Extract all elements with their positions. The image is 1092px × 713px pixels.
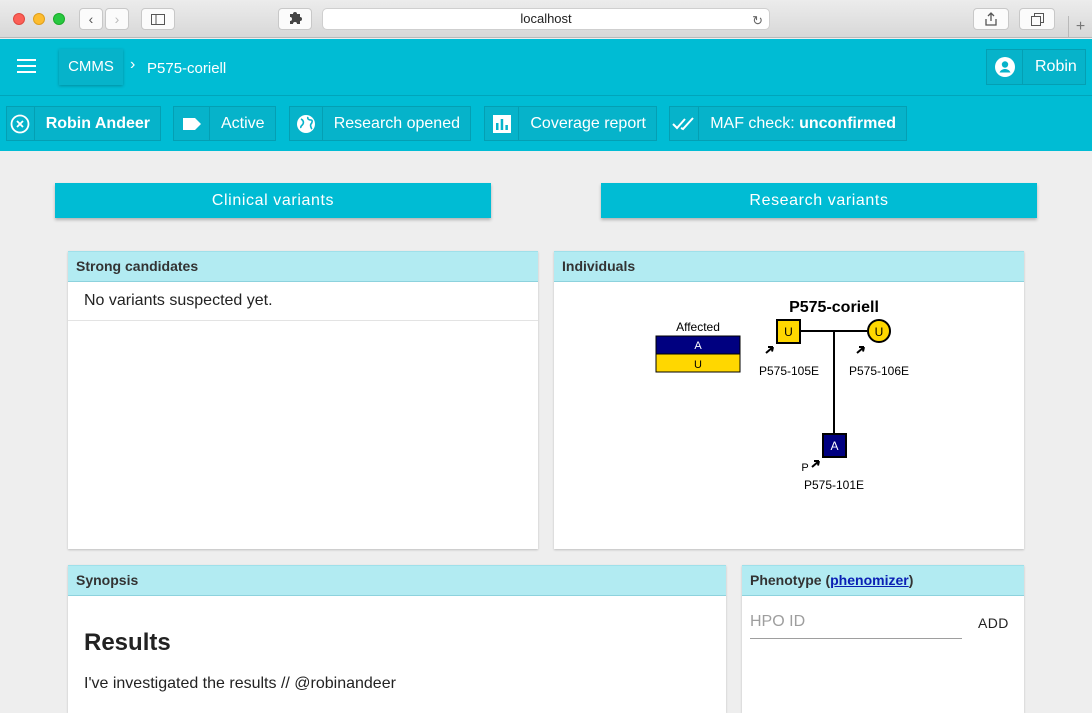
assignee-name: Robin Andeer xyxy=(45,114,150,132)
panel-title: Synopsis xyxy=(68,565,726,596)
status-label: Active xyxy=(221,114,265,132)
synopsis-panel: Synopsis Results I've investigated the r… xyxy=(68,565,726,713)
bar-chart-icon xyxy=(485,107,520,140)
child-status: A xyxy=(830,439,838,453)
app-bar: CMMS › P575-coriell Robin xyxy=(0,39,1092,96)
user-name: Robin xyxy=(1035,58,1077,75)
zoom-window-button[interactable] xyxy=(53,13,65,25)
new-tab-button[interactable]: + xyxy=(1068,16,1092,38)
coverage-label: Coverage report xyxy=(530,114,646,132)
panel-title: Individuals xyxy=(554,251,1024,282)
clinical-variants-button[interactable]: Clinical variants xyxy=(55,183,491,218)
hpo-id-input[interactable]: HPO ID xyxy=(750,613,962,639)
panel-title: Phenotype (phenomizer) xyxy=(742,565,1024,596)
assignee-chip[interactable]: Robin Andeer xyxy=(6,106,161,141)
phenotype-panel: Phenotype (phenomizer) HPO ID ADD xyxy=(742,565,1024,713)
father-arrow-icon xyxy=(765,346,774,354)
account-circle-icon xyxy=(987,50,1023,84)
synopsis-heading: Results xyxy=(84,629,171,656)
close-circle-icon[interactable] xyxy=(7,107,35,140)
proband-arrow-icon xyxy=(811,460,820,468)
mother-id: P575-106E xyxy=(849,364,909,378)
back-button[interactable]: ‹ xyxy=(79,8,103,30)
status-chip[interactable]: Active xyxy=(173,106,276,141)
share-icon xyxy=(985,12,997,26)
tabs-icon xyxy=(1030,12,1044,26)
globe-icon xyxy=(290,107,323,140)
father-status: U xyxy=(784,325,793,339)
synopsis-text: I've investigated the results // @robina… xyxy=(84,675,396,692)
coverage-report-chip[interactable]: Coverage report xyxy=(484,106,657,141)
legend-affected-label: A xyxy=(694,340,702,352)
menu-icon[interactable] xyxy=(17,59,36,73)
double-check-icon xyxy=(670,107,700,140)
forward-button[interactable]: › xyxy=(105,8,129,30)
minimize-window-button[interactable] xyxy=(33,13,45,25)
breadcrumb-case[interactable]: P575-coriell xyxy=(147,60,226,77)
strong-candidates-panel: Strong candidates No variants suspected … xyxy=(68,251,538,549)
user-menu-button[interactable]: Robin xyxy=(986,49,1086,85)
mother-arrow-icon xyxy=(856,346,865,354)
extension-button[interactable] xyxy=(278,8,312,30)
share-button[interactable] xyxy=(973,8,1009,30)
url-text: localhost xyxy=(520,11,572,26)
phenotype-title-end: ) xyxy=(908,572,914,588)
case-status-bar: Robin Andeer Active Research opened Cove… xyxy=(0,96,1092,151)
sidebar-icon xyxy=(151,13,165,25)
tabs-overview-button[interactable] xyxy=(1019,8,1055,30)
research-chip[interactable]: Research opened xyxy=(289,106,471,141)
sidebar-toggle-button[interactable] xyxy=(141,8,175,30)
label-icon xyxy=(174,107,210,140)
pedigree-chart: P575-coriell Affected A U U P575-105E U … xyxy=(655,299,909,492)
individuals-panel: Individuals P575-coriell Affected A U U … xyxy=(554,251,1024,549)
add-phenotype-button[interactable]: ADD xyxy=(978,615,1009,631)
mother-status: U xyxy=(875,325,884,339)
legend-unaffected-label: U xyxy=(694,359,702,371)
pedigree-family-title: P575-coriell xyxy=(789,299,879,316)
address-bar[interactable]: localhost ↻ xyxy=(322,8,770,30)
legend-title: Affected xyxy=(676,320,720,334)
brand-button[interactable]: CMMS xyxy=(59,49,123,85)
browser-toolbar: ‹ › localhost ↻ + xyxy=(0,0,1092,38)
chevron-right-icon: › xyxy=(114,11,120,27)
phenotype-title: Phenotype ( xyxy=(750,572,831,588)
proband-marker: P xyxy=(801,462,808,474)
chevron-right-icon: › xyxy=(130,56,136,73)
close-window-button[interactable] xyxy=(13,13,25,25)
research-variants-button[interactable]: Research variants xyxy=(601,183,1037,218)
maf-check-chip[interactable]: MAF check: unconfirmed xyxy=(669,106,907,141)
maf-value: unconfirmed xyxy=(799,114,896,132)
phenomizer-link[interactable]: phenomizer xyxy=(830,572,909,588)
maf-prefix: MAF check: xyxy=(710,114,795,132)
chevron-left-icon: ‹ xyxy=(88,11,94,27)
father-id: P575-105E xyxy=(759,364,819,378)
panel-title: Strong candidates xyxy=(68,251,538,282)
maf-label: MAF check: unconfirmed xyxy=(699,115,906,133)
empty-candidates-text: No variants suspected yet. xyxy=(68,282,538,321)
child-id: P575-101E xyxy=(804,478,864,492)
puzzle-icon xyxy=(290,12,302,24)
research-label: Research opened xyxy=(333,114,460,132)
reload-icon[interactable]: ↻ xyxy=(752,11,763,31)
